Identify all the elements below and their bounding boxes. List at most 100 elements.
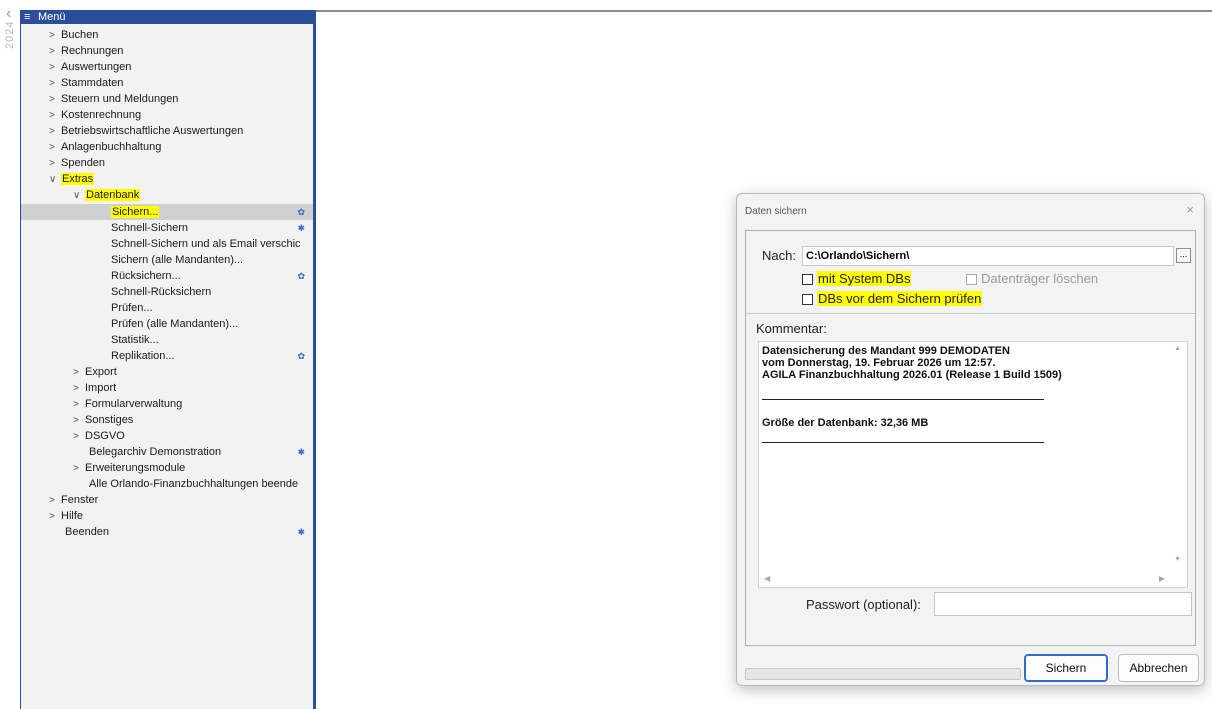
comment-textarea[interactable]: Datensicherung des Mandant 999 DEMODATEN… xyxy=(758,341,1188,588)
comment-line: Datensicherung des Mandant 999 DEMODATEN xyxy=(762,345,1010,357)
chevron-right-icon: > xyxy=(49,126,55,137)
comment-rule xyxy=(762,442,1044,443)
menu-item-kostenrechnung[interactable]: > Kostenrechnung xyxy=(49,107,141,123)
menu-item-sichern-alle[interactable]: Sichern (alle Mandanten)... xyxy=(111,252,243,268)
menu-item-formularverwaltung[interactable]: > Formularverwaltung xyxy=(73,396,182,412)
menu-item-extras[interactable]: ∨ Extras xyxy=(49,171,95,187)
dialog-title: Daten sichern xyxy=(745,206,807,217)
menu-item-alle-beenden[interactable]: Alle Orlando-Finanzbuchhaltungen beende xyxy=(89,476,313,492)
menu-item-hilfe[interactable]: > Hilfe xyxy=(49,508,83,524)
gear-icon: ✿ xyxy=(297,351,305,361)
comment-content: Datensicherung des Mandant 999 DEMODATEN… xyxy=(762,345,1162,381)
chevron-right-icon: > xyxy=(73,383,79,394)
checkbox-label: mit System DBs xyxy=(817,271,912,286)
checkbox-system-dbs[interactable]: mit System DBs xyxy=(802,271,912,286)
menu-item-label: Statistik... xyxy=(111,334,159,346)
password-label: Passwort (optional): xyxy=(806,597,921,612)
checkbox-label: Datenträger löschen xyxy=(981,271,1099,286)
menu-item-datenbank[interactable]: ∨ Datenbank xyxy=(73,187,141,203)
chevron-right-icon: > xyxy=(73,415,79,426)
menu-item-dsgvo[interactable]: > DSGVO xyxy=(73,428,125,444)
collapse-chevron-icon[interactable]: ‹ xyxy=(6,6,11,22)
menu-item-label: Kostenrechnung xyxy=(61,109,142,121)
scroll-left-icon[interactable]: ◀ xyxy=(764,574,770,583)
scroll-down-icon[interactable]: ▼ xyxy=(1174,556,1181,563)
menu-item-label: Rücksichern... xyxy=(111,270,181,282)
kommentar-label: Kommentar: xyxy=(756,321,827,336)
browse-button[interactable]: ... xyxy=(1176,248,1191,263)
menu-item-label: Betriebswirtschaftliche Auswertungen xyxy=(61,125,244,137)
chevron-right-icon: > xyxy=(49,30,55,41)
checkbox-box[interactable] xyxy=(966,274,977,286)
menu-item-label: Alle Orlando-Finanzbuchhaltungen beende xyxy=(89,478,299,490)
menu-item-erweiterungsmodule[interactable]: > Erweiterungsmodule xyxy=(73,460,185,476)
menu-header[interactable]: ≡ Menü xyxy=(20,10,313,24)
menu-item-label: Prüfen... xyxy=(111,302,153,314)
menu-item-label: Auswertungen xyxy=(61,61,132,73)
progress-bar xyxy=(745,668,1021,680)
menu-item-stammdaten[interactable]: > Stammdaten xyxy=(49,75,123,91)
menu-item-label: Hilfe xyxy=(61,510,84,522)
menu-item-label: Prüfen (alle Mandanten)... xyxy=(111,318,239,330)
menu-item-belegarchiv[interactable]: Belegarchiv Demonstration ✱ xyxy=(89,444,311,460)
menu-item-pruefen-alle[interactable]: Prüfen (alle Mandanten)... xyxy=(111,316,238,332)
checkbox-box[interactable] xyxy=(802,274,813,286)
menu-item-ruecksichern[interactable]: Rücksichern... ✿ xyxy=(111,268,311,284)
menu-item-label: Steuern und Meldungen xyxy=(61,93,179,105)
menu-item-label: Schnell-Sichern und als Email verschic xyxy=(111,238,301,250)
menu-item-label: Sichern... xyxy=(111,206,160,218)
checkbox-box[interactable] xyxy=(802,294,813,306)
menu-item-auswertungen[interactable]: > Auswertungen xyxy=(49,59,131,75)
menu-left-border xyxy=(20,24,21,709)
menu-item-label: Import xyxy=(85,382,117,394)
top-divider xyxy=(316,10,1212,12)
chevron-right-icon: > xyxy=(49,158,55,169)
chevron-right-icon: > xyxy=(49,46,55,57)
cancel-button[interactable]: Abbrechen xyxy=(1118,654,1199,682)
menu-item-export[interactable]: > Export xyxy=(73,364,117,380)
save-button[interactable]: Sichern xyxy=(1024,654,1108,682)
checkbox-check-dbs[interactable]: DBs vor dem Sichern prüfen xyxy=(802,291,983,306)
checkbox-clear-media[interactable]: Datenträger löschen xyxy=(966,271,1098,286)
menu-item-replikation[interactable]: Replikation... ✿ xyxy=(111,348,311,364)
password-input[interactable] xyxy=(934,592,1192,616)
menu-item-sonstiges[interactable]: > Sonstiges xyxy=(73,412,133,428)
menu-item-spenden[interactable]: > Spenden xyxy=(49,155,105,171)
scroll-up-icon[interactable]: ▲ xyxy=(1174,345,1181,352)
menu-item-label: Fenster xyxy=(61,494,99,506)
left-strip: ‹ 2024 xyxy=(0,0,20,709)
chevron-right-icon: > xyxy=(49,62,55,73)
menu-item-label: DSGVO xyxy=(85,430,125,442)
menu-item-fenster[interactable]: > Fenster xyxy=(49,492,98,508)
menu-item-label: Rechnungen xyxy=(61,45,124,57)
menu-item-schnell-ruecksichern[interactable]: Schnell-Rücksichern xyxy=(111,284,211,300)
menu-item-buchen[interactable]: > Buchen xyxy=(49,27,98,43)
menu-item-steuern[interactable]: > Steuern und Meldungen xyxy=(49,91,178,107)
menu-item-label: Schnell-Sichern xyxy=(111,222,189,234)
chevron-down-icon: ∨ xyxy=(49,174,57,185)
dialog-group-box: Nach: C:\Orlando\Sichern\ ... mit System… xyxy=(745,230,1196,646)
menu-item-rechnungen[interactable]: > Rechnungen xyxy=(49,43,123,59)
close-icon[interactable]: × xyxy=(1186,202,1194,217)
menu-item-label: Extras xyxy=(61,173,95,185)
chevron-right-icon: > xyxy=(49,110,55,121)
chevron-down-icon: ∨ xyxy=(73,190,81,201)
hamburger-icon[interactable]: ≡ xyxy=(24,10,30,24)
scroll-right-icon[interactable]: ▶ xyxy=(1159,574,1165,583)
menu-item-schnell-sichern-email[interactable]: Schnell-Sichern und als Email verschic xyxy=(111,236,313,252)
chevron-right-icon: > xyxy=(49,495,55,506)
comment-content-size: Größe der Datenbank: 32,36 MB xyxy=(762,417,1162,429)
menu-item-beenden[interactable]: Beenden ✱ xyxy=(65,524,311,540)
menu-item-statistik[interactable]: Statistik... xyxy=(111,332,159,348)
menu-item-pruefen[interactable]: Prüfen... xyxy=(111,300,153,316)
menu-item-label: Schnell-Rücksichern xyxy=(111,286,212,298)
menu-item-schnell-sichern[interactable]: Schnell-Sichern ✱ xyxy=(111,220,311,236)
gear-icon: ✿ xyxy=(297,271,305,281)
target-path-input[interactable]: C:\Orlando\Sichern\ xyxy=(802,246,1174,266)
chevron-right-icon: > xyxy=(49,78,55,89)
menu-item-anlagenbuchhaltung[interactable]: > Anlagenbuchhaltung xyxy=(49,139,161,155)
menu-item-bwa[interactable]: > Betriebswirtschaftliche Auswertungen xyxy=(49,123,243,139)
menu-item-import[interactable]: > Import xyxy=(73,380,116,396)
star-icon: ✱ xyxy=(297,447,305,457)
menu-item-sichern[interactable]: Sichern... ✿ xyxy=(111,204,311,220)
